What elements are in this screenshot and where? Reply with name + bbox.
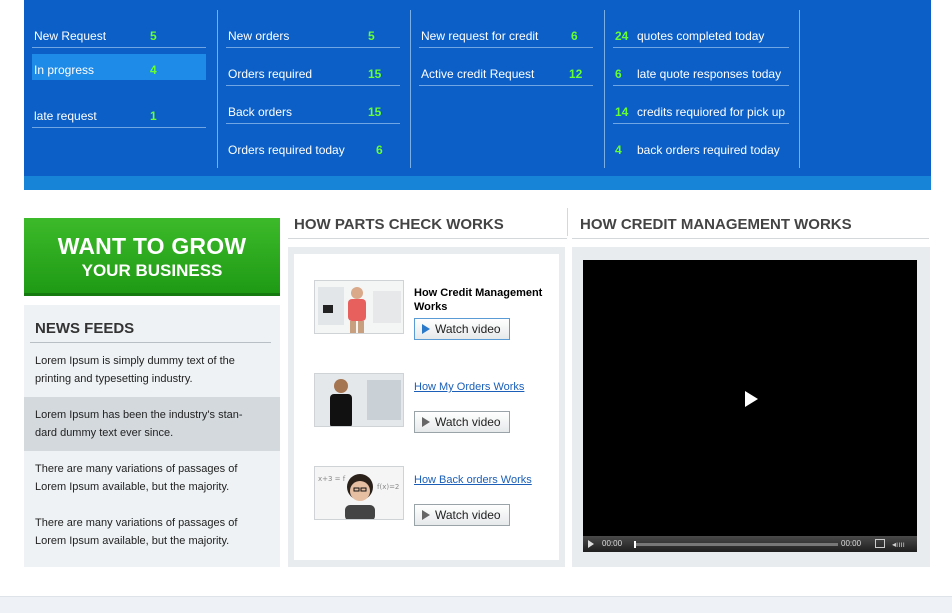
stat-row-active-credit[interactable]: Active credit Request 12 <box>419 56 593 86</box>
stat-value: 1 <box>150 109 157 123</box>
stat-row-new-request-credit[interactable]: New request for credit 6 <box>419 18 593 48</box>
stat-row-back-orders-today[interactable]: 4 back orders required today <box>613 132 789 162</box>
news-text: There are many variations of passages of… <box>35 517 238 547</box>
stat-label: Back orders <box>228 105 293 119</box>
play-icon <box>422 324 430 334</box>
banner-line-2: YOUR BUSINESS <box>81 261 223 280</box>
divider <box>288 238 567 239</box>
video-list-panel: How Credit Management Works Watch video … <box>288 247 565 567</box>
stat-value: 15 <box>368 67 382 81</box>
news-feeds-title: NEWS FEEDS <box>35 320 135 337</box>
stat-label: quotes completed today <box>637 29 765 43</box>
stat-label: New Request <box>34 29 107 43</box>
watch-video-label: Watch video <box>435 415 501 429</box>
credit-management-title: HOW CREDIT MANAGEMENT WORKS <box>580 216 852 233</box>
stat-value: 15 <box>368 105 382 119</box>
stat-row-in-progress[interactable]: In progress 4 <box>32 54 206 80</box>
stat-value: 5 <box>368 29 375 43</box>
seek-bar[interactable] <box>634 541 838 548</box>
presenter-thumbnail-icon <box>315 281 403 333</box>
current-time: 00:00 <box>602 539 623 548</box>
video-title[interactable]: How Credit Management Works <box>414 286 556 314</box>
watch-video-button[interactable]: Watch video <box>414 411 510 433</box>
stats-column-credit: New request for credit 6 Active credit R… <box>411 10 605 168</box>
stat-row-new-orders[interactable]: New orders 5 <box>226 18 400 48</box>
divider <box>567 208 568 236</box>
stat-row-late-quotes[interactable]: 6 late quote responses today <box>613 56 789 86</box>
play-pause-icon[interactable] <box>588 540 594 548</box>
stat-value: 24 <box>615 29 629 43</box>
stat-value: 4 <box>615 143 622 157</box>
video-thumbnail[interactable] <box>314 373 404 427</box>
presenter-thumbnail-icon: x+3 = f f(x)=2 <box>315 467 403 519</box>
news-feeds-panel: NEWS FEEDS Lorem Ipsum is simply dummy t… <box>24 305 280 567</box>
stats-panel: New Request 5 In progress 4 late request… <box>24 0 931 190</box>
stat-label: credits requiored for pick up <box>637 105 786 119</box>
watch-video-label: Watch video <box>435 322 501 336</box>
duration: 00:00 <box>841 539 862 548</box>
news-text: Lorem Ipsum has been the industry's stan… <box>35 409 243 439</box>
stat-row-orders-required-today[interactable]: Orders required today 6 <box>226 132 400 162</box>
stats-bottom-bar <box>24 176 931 190</box>
presenter-thumbnail-icon <box>315 374 403 426</box>
stat-row-late-request[interactable]: late request 1 <box>32 98 206 128</box>
svg-text:f(x)=2: f(x)=2 <box>377 483 399 491</box>
divider <box>572 238 929 239</box>
stat-value: 4 <box>150 63 157 77</box>
stat-value: 6 <box>376 143 383 157</box>
stat-row-back-orders[interactable]: Back orders 15 <box>226 94 400 124</box>
stats-column-orders: New orders 5 Orders required 15 Back ord… <box>218 10 411 168</box>
play-icon <box>422 510 430 520</box>
stat-value: 14 <box>615 105 629 119</box>
player-controls: 00:00 00:00 ◂ıııı <box>583 536 917 552</box>
stat-label: New orders <box>228 29 290 43</box>
stat-value: 6 <box>571 29 578 43</box>
video-player[interactable]: 00:00 00:00 ◂ıııı <box>583 260 917 552</box>
play-icon <box>422 417 430 427</box>
seek-handle[interactable] <box>634 541 636 548</box>
video-list: How Credit Management Works Watch video … <box>294 254 559 560</box>
stat-value: 12 <box>569 67 583 81</box>
stat-label: Active credit Request <box>421 67 535 81</box>
stats-column-requests: New Request 5 In progress 4 late request… <box>24 10 218 168</box>
watch-video-button[interactable]: Watch video <box>414 504 510 526</box>
stat-value: 5 <box>150 29 157 43</box>
video-link[interactable]: How Back orders Works <box>414 474 532 486</box>
stat-label: Orders required <box>228 67 313 81</box>
news-item[interactable]: There are many variations of passages of… <box>24 505 280 559</box>
watch-video-label: Watch video <box>435 508 501 522</box>
stat-label: New request for credit <box>421 29 539 43</box>
volume-icon[interactable]: ◂ıııı <box>892 540 905 549</box>
stat-label: Orders required today <box>228 143 345 157</box>
footer-strip <box>0 596 952 613</box>
stat-label: In progress <box>34 63 95 77</box>
news-item[interactable]: Lorem Ipsum has been the industry's stan… <box>24 397 280 451</box>
play-icon[interactable] <box>745 391 758 407</box>
news-text: There are many variations of passages of… <box>35 463 238 493</box>
news-text: Lorem Ipsum is simply dummy text of the … <box>35 355 235 385</box>
parts-check-title: HOW PARTS CHECK WORKS <box>294 216 504 233</box>
news-item[interactable]: There are many variations of passages of… <box>24 451 280 505</box>
fullscreen-icon[interactable] <box>875 539 885 548</box>
stats-column-daily: 24 quotes completed today 6 late quote r… <box>605 10 800 168</box>
stat-label: late quote responses today <box>637 67 782 81</box>
video-link[interactable]: How My Orders Works <box>414 381 524 393</box>
stat-row-quotes-completed[interactable]: 24 quotes completed today <box>613 18 789 48</box>
stat-label: back orders required today <box>637 143 780 157</box>
grow-business-banner[interactable]: WANT TO GROW YOUR BUSINESS <box>24 218 280 296</box>
stat-label: late request <box>34 109 97 123</box>
video-player-panel: 00:00 00:00 ◂ıııı <box>572 247 930 567</box>
svg-text:x+3 = f: x+3 = f <box>318 475 346 483</box>
stat-row-orders-required[interactable]: Orders required 15 <box>226 56 400 86</box>
stat-value: 6 <box>615 67 622 81</box>
stat-row-credits-pickup[interactable]: 14 credits requiored for pick up <box>613 94 789 124</box>
video-thumbnail[interactable] <box>314 280 404 334</box>
banner-line-1: WANT TO GROW <box>57 233 247 259</box>
stat-row-new-request[interactable]: New Request 5 <box>32 18 206 48</box>
watch-video-button[interactable]: Watch video <box>414 318 510 340</box>
news-item[interactable]: Lorem Ipsum is simply dummy text of the … <box>24 343 280 397</box>
video-thumbnail[interactable]: x+3 = f f(x)=2 <box>314 466 404 520</box>
